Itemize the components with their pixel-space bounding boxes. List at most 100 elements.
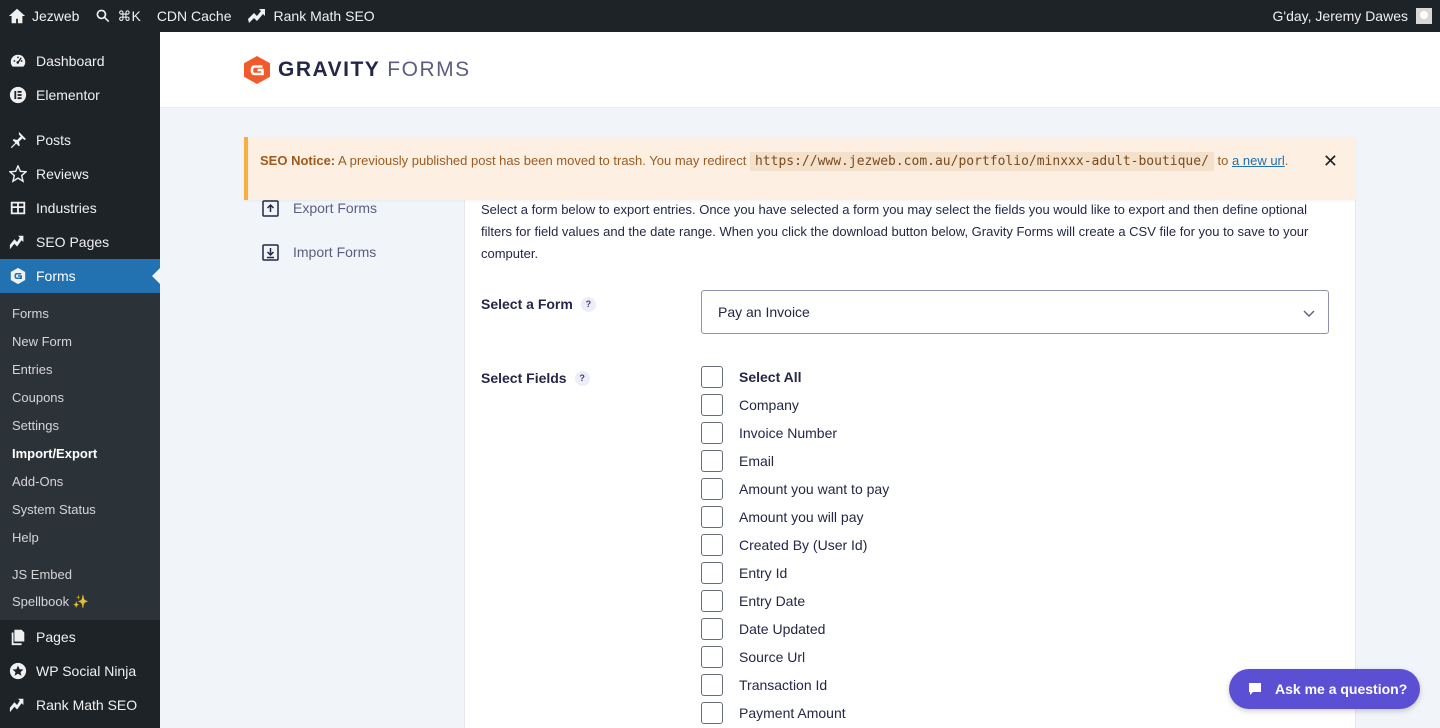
field-checkbox-item[interactable]: Date Updated [701, 615, 889, 643]
checkbox[interactable] [701, 590, 723, 612]
sidebar-item-forms[interactable]: Forms [0, 259, 160, 293]
forms-submenu: Forms New Form Entries Coupons Settings … [0, 293, 160, 620]
submenu-system-status[interactable]: System Status [0, 495, 160, 523]
sidebar-item-label: Elementor [36, 87, 100, 103]
gravity-forms-logo: GRAVITY FORMS [244, 55, 471, 84]
nav-label: Export Forms [293, 200, 378, 216]
sidebar-item-elementor[interactable]: Elementor [0, 78, 160, 112]
field-label: Invoice Number [739, 425, 838, 441]
gravity-forms-header: GRAVITY FORMS [160, 32, 1440, 108]
sidebar-item-label: Rank Math SEO [36, 697, 138, 713]
field-checkbox-select-all[interactable]: Select All [701, 363, 889, 391]
selected-form: Pay an Invoice [718, 304, 810, 320]
dashboard-icon [10, 54, 26, 67]
checkbox[interactable] [701, 702, 723, 724]
help-icon[interactable]: ? [574, 370, 590, 386]
sidebar-item-label: Posts [36, 132, 72, 148]
field-checkbox-item[interactable]: Entry Id [701, 559, 889, 587]
field-checkbox-item[interactable]: Amount you want to pay [701, 475, 889, 503]
submenu-import-export[interactable]: Import/Export [0, 439, 160, 467]
submenu-add-ons[interactable]: Add-Ons [0, 467, 160, 495]
new-url-link[interactable]: a new url [1232, 153, 1285, 168]
field-checkbox-item[interactable]: Company [701, 391, 889, 419]
field-checkbox-item[interactable]: Entry Date [701, 587, 889, 615]
panel-description: Select a form below to export entries. O… [481, 202, 1309, 261]
checkbox[interactable] [701, 478, 723, 500]
notice-end: . [1284, 153, 1289, 168]
field-checkbox-item[interactable]: Invoice Number [701, 419, 889, 447]
import-icon [262, 243, 279, 261]
sidebar-item-seo-pages[interactable]: SEO Pages [0, 225, 160, 259]
field-label: Date Updated [739, 621, 826, 637]
submenu-js-embed[interactable]: JS Embed [0, 560, 160, 588]
admin-bar: Jezweb ⌘K CDN Cache Rank Math SEO G'day,… [0, 0, 1440, 32]
notice-to: to [1217, 153, 1229, 168]
checkbox[interactable] [701, 506, 723, 528]
rank-math-icon [9, 698, 24, 713]
sidebar-item-dashboard[interactable]: Dashboard [0, 44, 160, 78]
home-icon [8, 8, 26, 24]
submenu-help[interactable]: Help [0, 523, 160, 551]
sidebar-item-industries[interactable]: Industries [0, 191, 160, 225]
close-icon[interactable]: ✕ [1323, 151, 1338, 172]
checkbox[interactable] [701, 450, 723, 472]
sidebar-item-label: Pages [36, 629, 76, 645]
nav-import-forms[interactable]: Import Forms [244, 230, 444, 274]
field-label: Amount you want to pay [739, 481, 890, 497]
sidebar-item-rank-math[interactable]: Rank Math SEO [0, 688, 160, 722]
field-label: Company [739, 397, 799, 413]
rank-math-menu[interactable]: Rank Math SEO [240, 0, 383, 32]
checkbox[interactable] [701, 562, 723, 584]
sidebar-item-reviews[interactable]: Reviews [0, 157, 160, 191]
submenu-spellbook[interactable]: Spellbook ✨ [0, 588, 160, 616]
export-icon [262, 199, 279, 217]
submenu-new-form[interactable]: New Form [0, 327, 160, 355]
checkbox[interactable] [701, 394, 723, 416]
checkbox[interactable] [701, 366, 723, 388]
checkbox[interactable] [701, 422, 723, 444]
field-checkbox-item[interactable]: Amount you will pay [701, 503, 889, 531]
field-label: Payment Amount [739, 705, 846, 721]
form-select[interactable]: Pay an Invoice [701, 290, 1329, 334]
submenu-settings[interactable]: Settings [0, 411, 160, 439]
cdn-cache-label: CDN Cache [156, 8, 232, 24]
admin-sidebar: Dashboard Elementor Posts Reviews Indust… [0, 32, 160, 728]
search-icon [97, 9, 110, 23]
pin-icon [10, 131, 27, 149]
nav-label: Import Forms [293, 244, 377, 260]
field-label: Entry Date [739, 593, 806, 609]
site-name: Jezweb [32, 8, 80, 24]
help-icon[interactable]: ? [580, 296, 596, 312]
submenu-entries[interactable]: Entries [0, 355, 160, 383]
cdn-cache-menu[interactable]: CDN Cache [149, 0, 240, 32]
sidebar-item-pages[interactable]: Pages [0, 620, 160, 654]
submenu-forms[interactable]: Forms [0, 299, 160, 327]
field-checkbox-item[interactable]: Payment Amount [701, 699, 889, 727]
shortcut-label: ⌘K [117, 7, 141, 24]
account-menu[interactable]: G'day, Jeremy Dawes [1273, 8, 1440, 24]
command-palette[interactable]: ⌘K [87, 0, 148, 32]
sidebar-item-label: SEO Pages [36, 234, 110, 250]
checkbox[interactable] [701, 618, 723, 640]
brand-forms: FORMS [387, 57, 471, 81]
field-checkbox-item[interactable]: Created By (User Id) [701, 531, 889, 559]
ask-question-button[interactable]: Ask me a question? [1229, 669, 1420, 709]
field-checkbox-item[interactable]: Source Url [701, 643, 889, 671]
sidebar-item-wp-social-ninja[interactable]: WP Social Ninja [0, 654, 160, 688]
site-menu[interactable]: Jezweb [0, 0, 87, 32]
greeting: G'day, Jeremy Dawes [1272, 8, 1408, 24]
checkbox[interactable] [701, 646, 723, 668]
elementor-icon [9, 86, 27, 104]
rank-math-label: Rank Math SEO [273, 8, 375, 24]
gravity-forms-icon [10, 267, 26, 285]
submenu-coupons[interactable]: Coupons [0, 383, 160, 411]
field-checkbox-item[interactable]: Email [701, 447, 889, 475]
field-checkbox-list: Select All Company Invoice Number Email … [701, 363, 889, 727]
sidebar-item-posts[interactable]: Posts [0, 123, 160, 157]
sidebar-item-label: Dashboard [36, 53, 105, 69]
field-checkbox-item[interactable]: Transaction Id [701, 671, 889, 699]
checkbox[interactable] [701, 534, 723, 556]
checkbox[interactable] [701, 674, 723, 696]
notice-url: https://www.jezweb.com.au/portfolio/minx… [749, 152, 1214, 171]
chevron-down-icon [1303, 310, 1315, 317]
